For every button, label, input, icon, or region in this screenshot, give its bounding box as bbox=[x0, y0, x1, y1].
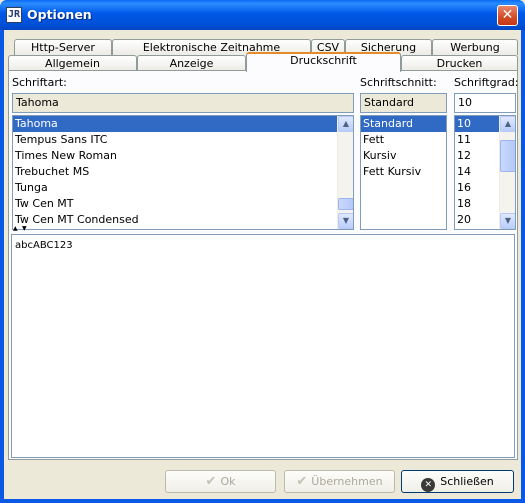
font-list[interactable]: Tahoma Tempus Sans ITC Times New Roman T… bbox=[12, 115, 354, 230]
font-field: Tahoma bbox=[12, 93, 354, 113]
title-bar[interactable]: JR Optionen ✕ bbox=[0, 0, 525, 30]
tab-anzeige[interactable]: Anzeige bbox=[137, 55, 246, 71]
font-label: Schriftart: bbox=[12, 76, 67, 89]
list-item[interactable]: Fett bbox=[361, 132, 446, 148]
tab-werbung[interactable]: Werbung bbox=[432, 39, 518, 55]
scroll-thumb[interactable] bbox=[338, 198, 353, 210]
app-icon: JR bbox=[6, 7, 22, 23]
scroll-up-arrow-icon[interactable]: ▲ bbox=[500, 116, 515, 132]
split-down-arrow-icon[interactable]: ▼ bbox=[22, 226, 27, 232]
tab-drucken[interactable]: Drucken bbox=[401, 55, 518, 71]
scroll-down-arrow-icon[interactable]: ▼ bbox=[338, 213, 353, 229]
list-item[interactable]: Fett Kursiv bbox=[361, 164, 446, 180]
close-circle-icon: ✕ bbox=[421, 478, 436, 492]
style-list[interactable]: Standard Fett Kursiv Fett Kursiv bbox=[360, 115, 447, 230]
window-title: Optionen bbox=[27, 7, 92, 22]
list-item[interactable]: Tunga bbox=[13, 180, 353, 196]
ok-label: Ok bbox=[220, 475, 236, 488]
checkmark-icon: ✔ bbox=[296, 474, 308, 489]
close-label: Schließen bbox=[440, 475, 494, 488]
close-window-button[interactable]: ✕ bbox=[497, 5, 518, 26]
split-up-arrow-icon[interactable]: ▲ bbox=[13, 226, 18, 232]
scroll-thumb[interactable] bbox=[500, 140, 515, 172]
list-item[interactable]: Tw Cen MT bbox=[13, 196, 353, 212]
font-preview: abcABC123 bbox=[11, 234, 515, 458]
font-list-scrollbar[interactable]: ▲ ▼ bbox=[337, 116, 353, 229]
apply-button[interactable]: ✔ Übernehmen bbox=[284, 470, 395, 493]
options-window: JR Optionen ✕ Http-Server Elektronische … bbox=[0, 0, 525, 503]
style-label: Schriftschnitt: bbox=[360, 76, 437, 89]
style-field: Standard bbox=[360, 93, 447, 113]
list-item[interactable]: Times New Roman bbox=[13, 148, 353, 164]
preview-text: abcABC123 bbox=[15, 240, 73, 251]
size-input[interactable]: 10 bbox=[454, 93, 516, 113]
ok-button[interactable]: ✔ Ok bbox=[165, 470, 276, 493]
size-list[interactable]: 10 11 12 14 16 18 20 ▲ ▼ bbox=[454, 115, 516, 230]
list-item[interactable]: Trebuchet MS bbox=[13, 164, 353, 180]
list-item[interactable]: Tahoma bbox=[13, 116, 353, 132]
scroll-down-arrow-icon[interactable]: ▼ bbox=[500, 213, 515, 229]
size-label: Schriftgrad: bbox=[454, 76, 519, 89]
close-button[interactable]: ✕ Schließen bbox=[401, 470, 514, 493]
tab-allgemein[interactable]: Allgemein bbox=[8, 55, 137, 71]
tab-http-server[interactable]: Http-Server bbox=[14, 39, 112, 55]
list-item[interactable]: Tw Cen MT Condensed bbox=[13, 212, 353, 228]
list-item[interactable]: 10 bbox=[455, 116, 499, 132]
list-item[interactable]: Kursiv bbox=[361, 148, 446, 164]
checkmark-icon: ✔ bbox=[205, 474, 217, 489]
druckschrift-panel: Schriftart: Schriftschnitt: Schriftgrad:… bbox=[8, 70, 519, 460]
list-item[interactable]: Standard bbox=[361, 116, 446, 132]
list-item[interactable]: Tempus Sans ITC bbox=[13, 132, 353, 148]
tab-druckschrift[interactable]: Druckschrift bbox=[246, 52, 401, 72]
size-list-scrollbar[interactable]: ▲ ▼ bbox=[499, 116, 515, 229]
dialog-body: Http-Server Elektronische Zeitnahme CSV … bbox=[4, 30, 521, 499]
scroll-up-arrow-icon[interactable]: ▲ bbox=[338, 116, 353, 132]
apply-label: Übernehmen bbox=[311, 475, 383, 488]
